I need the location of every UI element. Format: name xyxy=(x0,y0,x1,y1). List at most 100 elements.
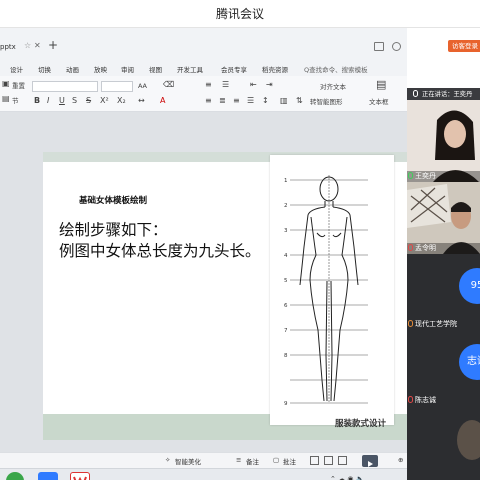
line-spacing-icon[interactable]: ↕ xyxy=(262,96,269,105)
clear-format-icon[interactable]: ⌫ xyxy=(163,80,174,89)
textbox-button[interactable]: 文本框 xyxy=(369,96,389,106)
normal-view-icon[interactable] xyxy=(310,456,319,465)
paste-icon[interactable]: ▣ xyxy=(2,79,10,88)
menu-docer[interactable]: 稻壳资源 xyxy=(262,64,288,74)
menu-slideshow[interactable]: 放映 xyxy=(94,64,107,74)
superscript-icon[interactable]: X² xyxy=(100,96,109,105)
textbox-icon[interactable]: ▤ xyxy=(376,78,386,91)
participant-avatar-95[interactable]: 95 xyxy=(459,268,480,304)
participant-video-wang[interactable]: 王奕丹 xyxy=(407,100,480,182)
app-meeting-icon[interactable] xyxy=(38,472,58,480)
participant-avatar-zhicheng[interactable]: 志诚 xyxy=(459,344,480,380)
ruler-label-1: 1 xyxy=(284,178,288,184)
app-wps-icon[interactable] xyxy=(70,472,90,480)
shared-screen: pptx ☆ ✕ + 设计 切换 动画 放映 审阅 视图 开发工具 会员专享 稻… xyxy=(0,28,407,480)
align-right-icon[interactable]: ≡ xyxy=(233,96,240,105)
text-direction-icon[interactable]: ⇅ xyxy=(296,96,303,105)
columns-icon[interactable]: ▥ xyxy=(280,96,288,105)
ruler-label-5: 5 xyxy=(284,278,288,284)
bullets-icon[interactable]: ≡ xyxy=(205,80,212,89)
comments-icon[interactable]: ▢ xyxy=(273,456,279,464)
avatar-text: 95 xyxy=(470,280,480,291)
menu-transition[interactable]: 切换 xyxy=(38,64,51,74)
speaking-label: 正在讲话：王奕丹 xyxy=(422,91,473,98)
avatar-text: 志诚 xyxy=(467,356,480,367)
font-grow-button[interactable]: ΑΑ xyxy=(138,82,147,90)
window-titlebar: 腾讯会议 xyxy=(0,0,480,28)
strikethrough-icon[interactable]: S xyxy=(86,96,91,105)
menu-developer[interactable]: 开发工具 xyxy=(177,64,203,74)
slide-canvas: 基础女体模板绘制 绘制步骤如下： 例图中女体总长度为九头长。 1 2 3 4 5… xyxy=(0,112,407,452)
participant-thumbnail[interactable] xyxy=(457,420,480,460)
zoom-icon[interactable]: ⊕ xyxy=(398,456,403,464)
underline-icon[interactable]: U xyxy=(59,96,65,105)
align-center-icon[interactable]: ≣ xyxy=(219,96,226,105)
bold-icon[interactable]: B xyxy=(34,96,40,105)
new-tab-icon[interactable]: + xyxy=(48,38,58,52)
slide-body-line-1: 绘制步骤如下： xyxy=(59,221,168,239)
participant-label-college[interactable]: 现代工艺学院 xyxy=(407,317,480,330)
beautify-button[interactable]: 智能美化 xyxy=(175,456,201,466)
avatar-circle-icon[interactable] xyxy=(392,42,401,51)
command-search[interactable]: Q查找命令、搜索模板 xyxy=(304,64,368,74)
play-button[interactable] xyxy=(362,455,378,467)
participant-panel: 访客登录 正在讲话：王奕丹 王奕丹 孟令明 9 现代工艺学院 志 陈志诚 xyxy=(407,28,480,480)
reading-view-icon[interactable] xyxy=(338,456,347,465)
indent-decrease-icon[interactable]: ⇤ xyxy=(250,80,257,89)
participant-name-tag: 现代工艺学院 xyxy=(407,319,480,330)
close-icon[interactable]: ✕ xyxy=(34,41,41,50)
font-color-icon[interactable]: A xyxy=(160,96,165,105)
font-size-select[interactable] xyxy=(101,81,133,92)
participant-name-tag: 孟令明 xyxy=(407,243,480,254)
window-title: 腾讯会议 xyxy=(215,7,264,21)
section-icon[interactable]: ▤ xyxy=(2,94,10,103)
beautify-icon[interactable]: ✧ xyxy=(165,456,170,464)
align-text-button[interactable]: 对齐文本 xyxy=(320,81,346,91)
menu-review[interactable]: 审阅 xyxy=(121,64,134,74)
numbering-icon[interactable]: ☰ xyxy=(222,80,229,89)
participant-name: 王奕丹 xyxy=(415,172,436,180)
participant-name-tag: 陈志诚 xyxy=(407,395,480,406)
smartart-button[interactable]: 转智能图形 xyxy=(310,96,343,106)
slide-footer: 服装款式设计 xyxy=(335,419,387,429)
os-taskbar: ⌃ ☁ ◉ 🔈 xyxy=(0,468,407,480)
ruler-label-9: 9 xyxy=(284,401,288,407)
participant-name: 孟令明 xyxy=(415,244,436,252)
panel-header: 访客登录 xyxy=(407,28,480,88)
align-left-icon[interactable]: ≡ xyxy=(205,96,212,105)
char-spacing-icon[interactable]: ↔ xyxy=(138,96,145,105)
indent-increase-icon[interactable]: ⇥ xyxy=(266,80,273,89)
reset-button[interactable]: 重置 xyxy=(12,80,25,90)
mic-muted-icon xyxy=(408,320,413,327)
ruler-label-2: 2 xyxy=(284,203,288,209)
window-layout-icon[interactable] xyxy=(374,42,384,51)
participant-video-meng[interactable]: 孟令明 xyxy=(407,182,480,254)
section-button[interactable]: 节 xyxy=(12,95,19,105)
slide-body: 绘制步骤如下： 例图中女体总长度为九头长。 xyxy=(59,220,261,262)
figure-illustration: 1 2 3 4 5 6 7 8 9 xyxy=(270,155,394,425)
mic-muted-icon xyxy=(408,244,413,251)
video-feed xyxy=(407,100,480,182)
font-family-select[interactable] xyxy=(32,81,98,92)
slide-subtitle: 基础女体模板绘制 xyxy=(79,196,148,206)
notes-icon[interactable]: ≡ xyxy=(236,456,241,464)
slide-body-line-2: 例图中女体总长度为九头长。 xyxy=(59,242,261,260)
app-360-icon[interactable] xyxy=(6,472,24,480)
notes-button[interactable]: 备注 xyxy=(246,456,259,466)
menu-member[interactable]: 会员专享 xyxy=(221,64,247,74)
guest-login-button[interactable]: 访客登录 xyxy=(448,40,480,52)
subscript-icon[interactable]: X₂ xyxy=(117,96,126,105)
justify-icon[interactable]: ☰ xyxy=(247,96,254,105)
ruler-label-4: 4 xyxy=(284,253,288,259)
sorter-view-icon[interactable] xyxy=(324,456,333,465)
comments-button[interactable]: 批注 xyxy=(283,456,296,466)
shadow-icon[interactable]: S xyxy=(72,96,77,105)
tray-icons[interactable]: ⌃ ☁ ◉ 🔈 xyxy=(330,475,364,480)
participant-label-chen[interactable]: 陈志诚 xyxy=(407,393,480,406)
italic-icon[interactable]: I xyxy=(47,96,49,105)
menu-animation[interactable]: 动画 xyxy=(66,64,79,74)
menu-design[interactable]: 设计 xyxy=(10,64,23,74)
menu-view[interactable]: 视图 xyxy=(149,64,162,74)
star-icon[interactable]: ☆ xyxy=(24,41,31,50)
slide[interactable]: 基础女体模板绘制 绘制步骤如下： 例图中女体总长度为九头长。 1 2 3 4 5… xyxy=(43,152,407,440)
